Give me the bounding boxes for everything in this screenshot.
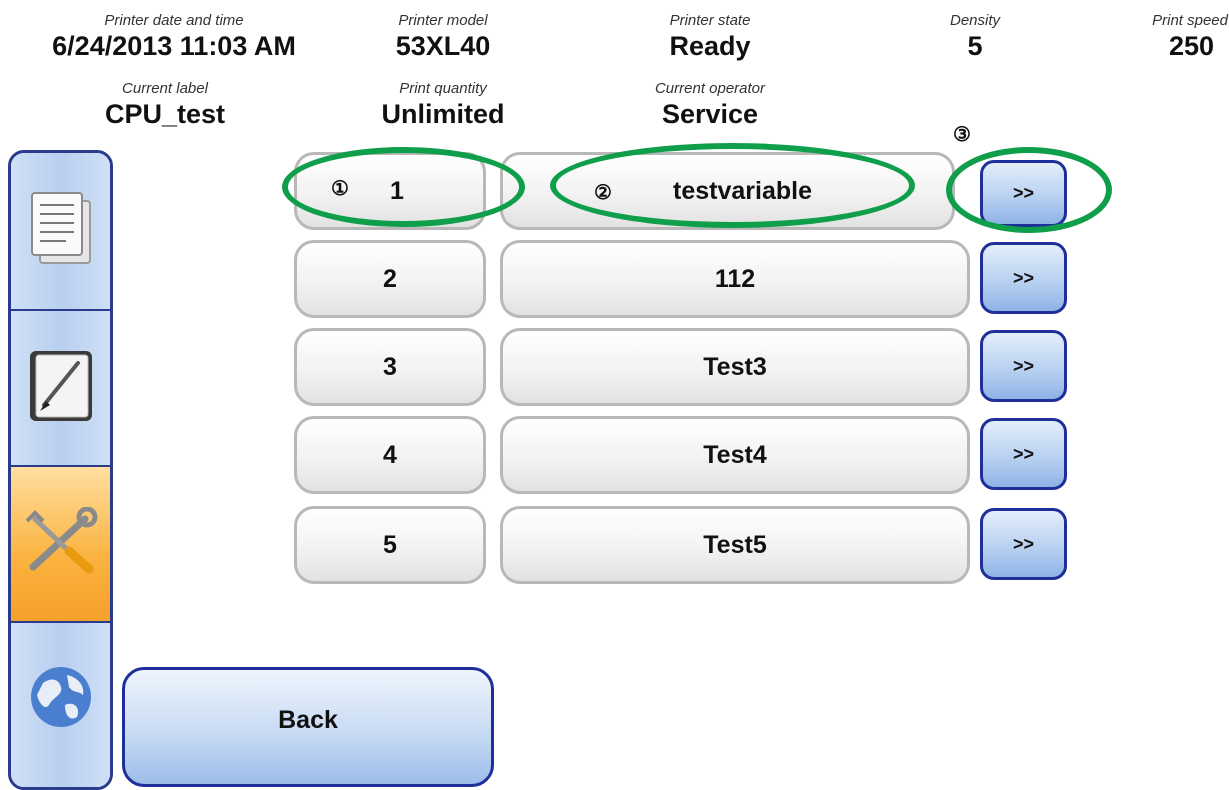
sidebar bbox=[8, 150, 113, 790]
printer-date-block: Printer date and time 6/24/2013 11:03 AM bbox=[20, 12, 328, 62]
annotation-ellipse-index bbox=[282, 147, 525, 227]
printer-model-label: Printer model bbox=[398, 12, 488, 29]
annotation-marker-3: ③ bbox=[953, 124, 971, 146]
row-value-5[interactable]: Test5 bbox=[500, 506, 970, 584]
current-operator-label: Current operator bbox=[654, 80, 766, 97]
printer-state-label: Printer state bbox=[669, 12, 751, 29]
row-go-button-5[interactable]: >> bbox=[980, 508, 1067, 580]
current-operator-block: Current operator Service bbox=[620, 80, 800, 130]
density-block: Density 5 bbox=[925, 12, 1025, 62]
current-label-block: Current label CPU_test bbox=[70, 80, 260, 130]
printer-date-value: 6/24/2013 11:03 AM bbox=[52, 31, 296, 61]
print-speed-block: Print speed 250 bbox=[1118, 12, 1228, 62]
printer-state-value: Ready bbox=[669, 31, 751, 61]
row-index-5[interactable]: 5 bbox=[294, 506, 486, 584]
back-button-label: Back bbox=[278, 705, 338, 734]
row-index-2[interactable]: 2 bbox=[294, 240, 486, 318]
print-speed-value: 250 bbox=[1168, 31, 1214, 61]
density-value: 5 bbox=[967, 31, 983, 61]
tools-icon bbox=[21, 506, 101, 582]
print-speed-label: Print speed bbox=[1152, 12, 1228, 29]
print-quantity-value: Unlimited bbox=[381, 99, 505, 129]
document-list-icon bbox=[26, 189, 96, 274]
row-index-3[interactable]: 3 bbox=[294, 328, 486, 406]
sidebar-item-tools[interactable] bbox=[11, 467, 110, 623]
annotation-marker-2: ② bbox=[594, 182, 612, 204]
sidebar-item-language[interactable] bbox=[11, 623, 110, 787]
row-value-2[interactable]: 112 bbox=[500, 240, 970, 318]
notebook-pen-icon bbox=[24, 345, 98, 432]
density-label: Density bbox=[949, 12, 1001, 29]
printer-date-label: Printer date and time bbox=[104, 12, 244, 29]
row-value-4[interactable]: Test4 bbox=[500, 416, 970, 494]
annotation-marker-1: ① bbox=[331, 178, 349, 200]
sidebar-item-documents[interactable] bbox=[11, 153, 110, 311]
row-value-3[interactable]: Test3 bbox=[500, 328, 970, 406]
sidebar-item-editor[interactable] bbox=[11, 311, 110, 467]
row-go-button-2[interactable]: >> bbox=[980, 242, 1067, 314]
printer-model-block: Printer model 53XL40 bbox=[360, 12, 526, 62]
row-go-button-3[interactable]: >> bbox=[980, 330, 1067, 402]
printer-state-block: Printer state Ready bbox=[620, 12, 800, 62]
annotation-ellipse-go bbox=[946, 147, 1112, 233]
current-label-label: Current label bbox=[122, 80, 208, 97]
row-index-4[interactable]: 4 bbox=[294, 416, 486, 494]
current-label-value: CPU_test bbox=[104, 99, 226, 129]
row-go-button-4[interactable]: >> bbox=[980, 418, 1067, 490]
printer-model-value: 53XL40 bbox=[395, 31, 491, 61]
back-button[interactable]: Back bbox=[122, 667, 494, 787]
print-quantity-label: Print quantity bbox=[399, 80, 487, 97]
current-operator-value: Service bbox=[661, 99, 759, 129]
globe-icon bbox=[25, 661, 97, 738]
print-quantity-block: Print quantity Unlimited bbox=[360, 80, 526, 130]
